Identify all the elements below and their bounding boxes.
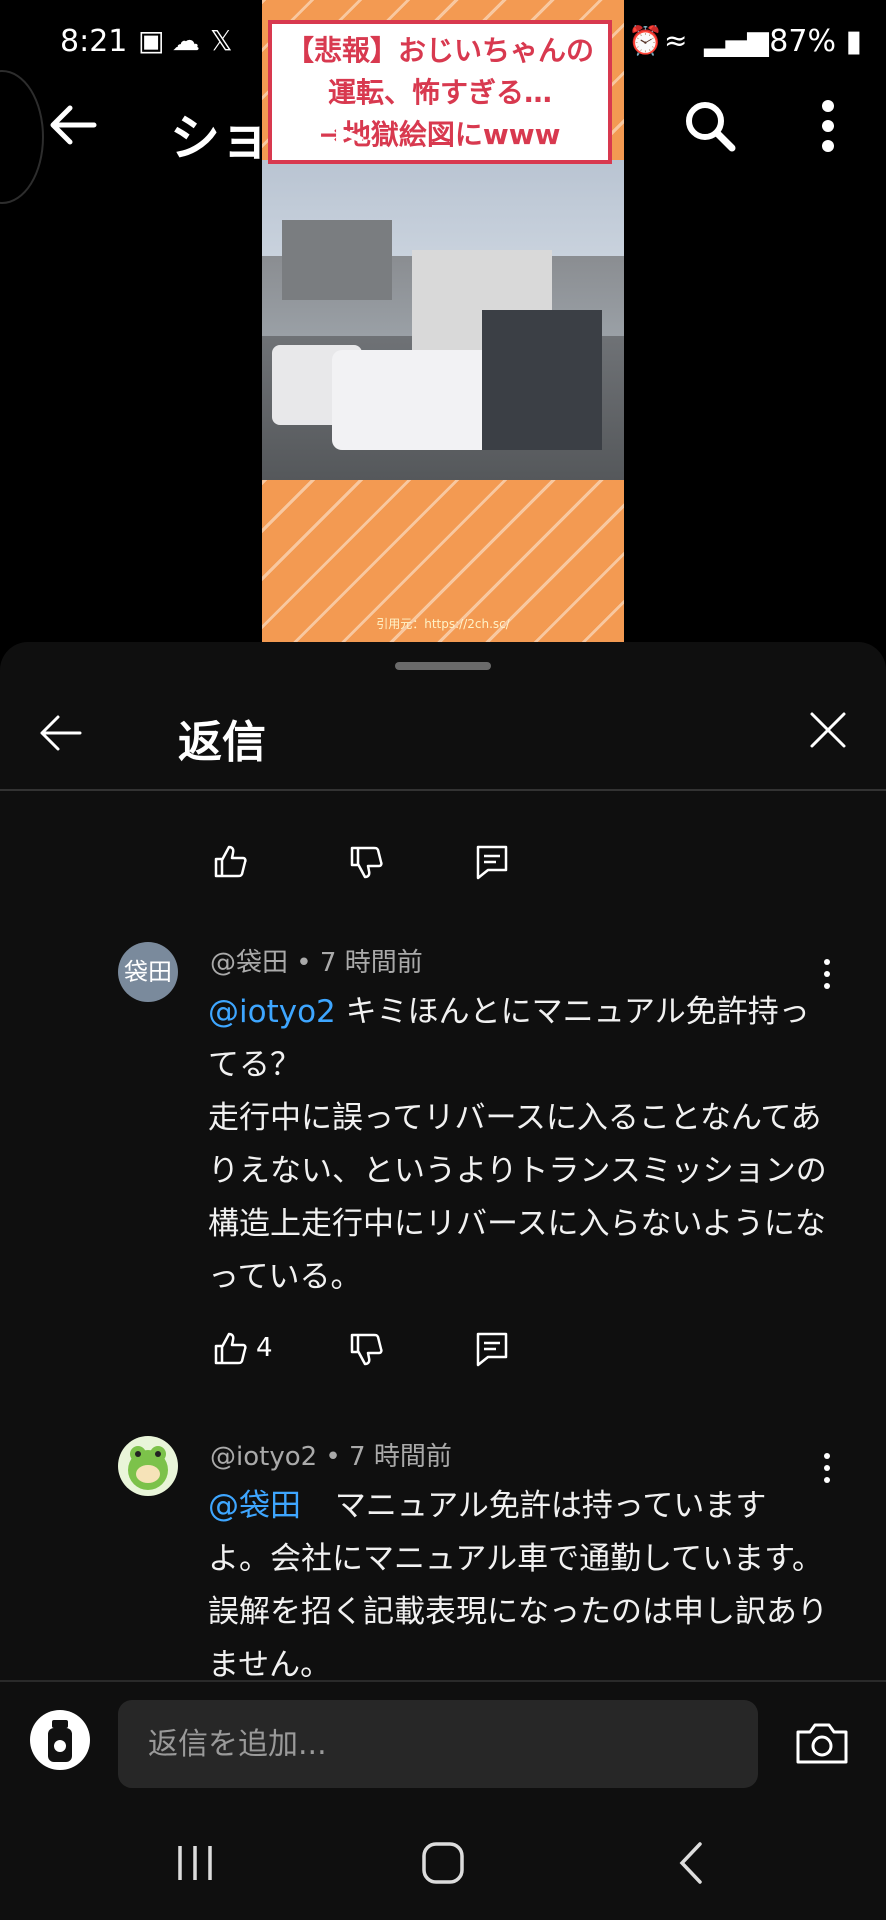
reply-button[interactable] (472, 1329, 512, 1369)
battery-percent: 87% (769, 24, 836, 59)
video-frame-scene (262, 160, 624, 480)
like-button[interactable]: 4 (210, 1329, 310, 1369)
comment-author[interactable]: @袋田 (210, 948, 288, 978)
thumbs-up-icon (214, 845, 247, 878)
short-video-player[interactable]: 【悲報】おじいちゃんの 運転、怖すぎる… →地獄絵図にwww 引用元：https… (262, 0, 624, 642)
avatar[interactable] (118, 1436, 178, 1496)
comment-icon (476, 845, 508, 880)
wifi-icon: ≈ (664, 24, 688, 57)
comment-icon (476, 1332, 508, 1367)
avatar[interactable]: 袋田 (118, 942, 178, 1002)
partial-avatar-ring (0, 70, 44, 204)
panel-back-button[interactable] (36, 708, 86, 758)
arrow-left-icon (50, 105, 97, 145)
video-scene-building (282, 220, 392, 300)
dislike-button[interactable] (346, 1329, 386, 1369)
recent-apps-button[interactable] (170, 1838, 220, 1888)
comment-meta: @iotyo2 • 7 時間前 (210, 1442, 452, 1472)
reply-button[interactable] (472, 842, 512, 882)
mention-link[interactable]: @袋田 (208, 1488, 301, 1524)
home-button[interactable] (418, 1838, 468, 1888)
bottle-avatar-icon (48, 1720, 72, 1762)
frog-avatar-icon (128, 1446, 168, 1490)
camera-button[interactable] (794, 1718, 850, 1768)
mention-link[interactable]: @iotyo2 (208, 994, 336, 1030)
comment-meta: @袋田 • 7 時間前 (210, 948, 423, 978)
comment-actions (210, 842, 610, 892)
image-icon: ▣ (138, 24, 165, 57)
battery-indicator: 87% ▮ (769, 24, 862, 59)
comment-body: キミほんとにマニュアル免許持ってる？ 走行中に誤ってリバースに入ることなんてあり… (208, 994, 827, 1295)
drag-handle[interactable] (395, 662, 491, 670)
close-button[interactable] (806, 708, 850, 752)
panel-divider (0, 789, 886, 791)
like-count: 4 (256, 1333, 273, 1363)
system-back-button[interactable] (670, 1838, 710, 1888)
comment-text: @袋田 マニュアル免許は持っていますよ。会社にマニュアル車で通勤しています。誤解… (208, 1480, 828, 1692)
search-icon (686, 102, 736, 152)
alarm-icon: ⏰ (628, 24, 663, 57)
page-title: ショート (170, 109, 370, 167)
panel-title: 返信 (178, 717, 266, 768)
cloud-icon: ☁ (172, 24, 200, 57)
reply-input-bar (0, 1680, 886, 1810)
thumbs-down-icon (350, 1333, 383, 1366)
system-nav-bar (0, 1808, 886, 1920)
dislike-button[interactable] (346, 842, 386, 882)
arrow-left-icon (40, 715, 82, 751)
video-scene-people (482, 310, 602, 450)
more-options-button[interactable] (808, 96, 848, 156)
x-app-icon: 𝕏 (210, 24, 233, 57)
comment-author[interactable]: @iotyo2 (210, 1442, 317, 1472)
comment-actions: 4 (210, 1329, 610, 1379)
status-time: 8:21 (60, 24, 128, 59)
my-avatar (30, 1710, 90, 1770)
signal-icon: ▂▄▆ (704, 24, 769, 57)
comment-text: @iotyo2 キミほんとにマニュアル免許持ってる？ 走行中に誤ってリバースに入… (208, 986, 828, 1304)
kebab-menu-icon (822, 100, 834, 152)
thumbs-up-icon (214, 1332, 247, 1365)
like-button[interactable] (210, 842, 250, 882)
reply-input[interactable] (118, 1700, 758, 1788)
camera-icon (796, 1723, 848, 1764)
video-source-credit: 引用元：https://2ch.sc/ (376, 617, 510, 631)
close-icon (810, 712, 846, 748)
comment-body: マニュアル免許は持っていますよ。会社にマニュアル車で通勤しています。誤解を招く記… (208, 1488, 828, 1683)
search-button[interactable] (680, 96, 740, 156)
comment-time: 7 時間前 (319, 948, 423, 978)
caption-line-1: 【悲報】おじいちゃんの (285, 34, 594, 67)
chevron-left-icon (679, 1842, 702, 1884)
back-button[interactable] (44, 100, 104, 150)
recent-apps-icon (178, 1846, 212, 1880)
comment-time: 7 時間前 (349, 1442, 452, 1472)
thumbs-down-icon (350, 846, 383, 879)
home-icon (422, 1842, 464, 1884)
